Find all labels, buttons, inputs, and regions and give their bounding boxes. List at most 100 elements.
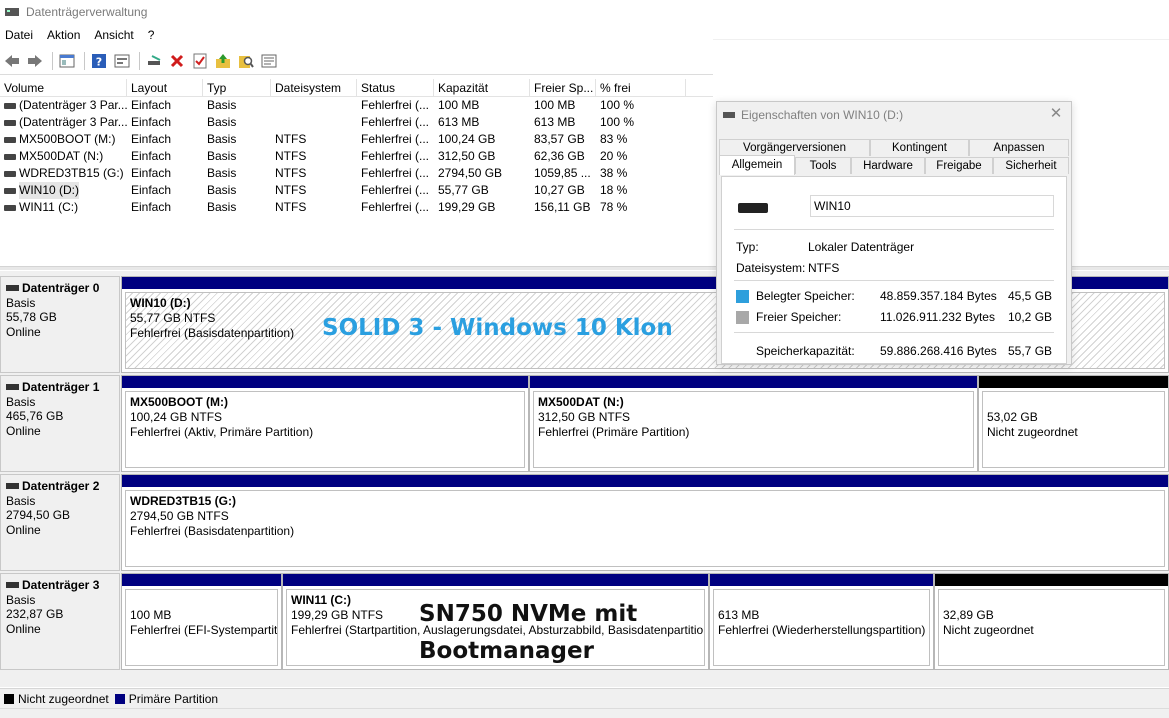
table-cell: 156,11 GB: [534, 200, 591, 214]
column-header[interactable]: Freier Sp...: [530, 79, 596, 96]
table-cell: Einfach: [131, 115, 172, 129]
tab-hardware[interactable]: Hardware: [851, 157, 925, 174]
tab-freigabe[interactable]: Freigabe: [925, 157, 993, 174]
tab-row-top: Vorgängerversionen Kontingent Anpassen: [719, 139, 1069, 156]
partition-status: Fehlerfrei (Basisdatenpartition): [130, 524, 295, 538]
table-row[interactable]: MX500BOOT (M:) Einfach Basis NTFS Fehlerfrei…: [0, 131, 713, 148]
menu-help[interactable]: ?: [148, 28, 155, 42]
disk-label[interactable]: Datenträger 0 Basis 55,78 GB Online: [0, 276, 120, 373]
unallocated-block[interactable]: 32,89 GB Nicht zugeordnet: [934, 573, 1169, 670]
table-row[interactable]: (Datenträger 3 Par... Einfach Basis Fehlerf…: [0, 97, 713, 114]
partition-block[interactable]: 100 MB Fehlerfrei (EFI-Systempartiti: [121, 573, 282, 670]
tab-row-bottom: Allgemein Tools Hardware Freigabe Sicher…: [719, 155, 1069, 175]
disk-label[interactable]: Datenträger 3 Basis 232,87 GB Online: [0, 573, 120, 670]
unallocated-swatch: [4, 693, 14, 704]
volume-name: WIN10 (D:): [19, 182, 79, 199]
disk-row: Datenträger 2 Basis 2794,50 GB Online WD…: [0, 474, 1169, 571]
table-row[interactable]: WIN10 (D:) Einfach Basis NTFS Fehlerfrei (..…: [0, 182, 713, 199]
table-body: (Datenträger 3 Par... Einfach Basis Fehlerf…: [0, 97, 713, 216]
back-button[interactable]: [2, 51, 22, 71]
disk-size: 465,76 GB: [6, 409, 64, 423]
forward-button[interactable]: [25, 51, 45, 71]
partition-block[interactable]: 613 MB Fehlerfrei (Wiederherstellungspar…: [709, 573, 934, 670]
free-gb: 10,2 GB: [1008, 310, 1053, 324]
tab-anpassen[interactable]: Anpassen: [969, 139, 1069, 156]
divider: [734, 229, 1054, 230]
partition-bar: [710, 574, 933, 586]
table-cell: Fehlerfrei (...: [361, 149, 430, 163]
table-row[interactable]: (Datenträger 3 Par... Einfach Basis Fehlerf…: [0, 114, 713, 131]
tab-sicherheit[interactable]: Sicherheit: [993, 157, 1069, 174]
capacity-label: Speicherkapazität:: [756, 344, 855, 358]
view-button[interactable]: [57, 51, 77, 71]
column-header[interactable]: % frei: [596, 79, 686, 96]
disk-name: Datenträger 0: [6, 281, 114, 296]
partition-title: WIN11 (C:): [291, 593, 351, 607]
delete-button[interactable]: [167, 51, 187, 71]
tab-vorgaengerversionen[interactable]: Vorgängerversionen: [719, 139, 870, 156]
partition-body: MX500BOOT (M:) 100,24 GB NTFS Fehlerfrei…: [125, 391, 525, 468]
table-row[interactable]: MX500DAT (N:) Einfach Basis NTFS Fehlerfrei …: [0, 148, 713, 165]
details-button[interactable]: [259, 51, 279, 71]
column-header[interactable]: Status: [357, 79, 434, 96]
disk-state: Online: [6, 423, 41, 438]
table-cell: 10,27 GB: [534, 183, 585, 197]
used-bytes: 48.859.357.184 Bytes: [880, 289, 997, 303]
close-button[interactable]: ✕: [1047, 105, 1065, 123]
table-cell: 199,29 GB: [438, 200, 496, 214]
disk-label[interactable]: Datenträger 1 Basis 465,76 GB Online: [0, 375, 120, 472]
table-row[interactable]: WDRED3TB15 (G:) Einfach Basis NTFS Fehlerfre…: [0, 165, 713, 182]
upload-button[interactable]: [213, 51, 233, 71]
capacity-gb: 55,7 GB: [1008, 344, 1053, 358]
drive-icon: [723, 112, 735, 118]
partition-bar: [283, 574, 708, 586]
close-icon: ✕: [1049, 105, 1063, 122]
table-cell: 100 MB: [438, 98, 480, 112]
table-cell: 38 %: [600, 166, 628, 180]
table-header: Volume Layout Typ Dateisystem Status Kap…: [0, 79, 713, 97]
column-header[interactable]: Layout: [127, 79, 203, 96]
menu-datei[interactable]: Datei: [5, 28, 33, 42]
table-row[interactable]: WIN11 (C:) Einfach Basis NTFS Fehlerfrei (..…: [0, 199, 713, 216]
properties-view-button[interactable]: [112, 51, 132, 71]
menu-ansicht[interactable]: Ansicht: [94, 28, 133, 42]
check-button[interactable]: [190, 51, 210, 71]
table-cell: [271, 114, 357, 131]
column-header[interactable]: Kapazität: [434, 79, 530, 96]
tab-allgemein[interactable]: Allgemein: [719, 155, 795, 175]
partition-size: 2794,50 GB NTFS: [130, 509, 229, 523]
volume-name: (Datenträger 3 Par...: [19, 115, 127, 129]
column-header[interactable]: Typ: [203, 79, 271, 96]
used-label: Belegter Speicher:: [756, 289, 855, 303]
table-cell: Fehlerfrei (...: [361, 183, 430, 197]
partition-bar: [530, 376, 977, 388]
table-cell: 100 %: [600, 98, 635, 112]
table-cell: 55,77 GB: [438, 183, 489, 197]
disk-label[interactable]: Datenträger 2 Basis 2794,50 GB Online: [0, 474, 120, 571]
table-cell: Basis: [207, 200, 237, 214]
menu-aktion[interactable]: Aktion: [47, 28, 80, 42]
tab-panel-allgemein: WIN10 Typ: Lokaler Datenträger Dateisyst…: [721, 176, 1067, 364]
unallocated-block[interactable]: 53,02 GB Nicht zugeordnet: [978, 375, 1169, 472]
column-header[interactable]: Dateisystem: [271, 79, 357, 96]
delete-x-icon: [170, 54, 184, 67]
toolbar-separator: [139, 51, 140, 70]
tab-tools[interactable]: Tools: [795, 157, 851, 174]
toolbar-separator: [84, 51, 85, 70]
connect-button[interactable]: [144, 51, 164, 71]
partition-block[interactable]: MX500DAT (N:) 312,50 GB NTFS Fehlerfrei …: [529, 375, 978, 472]
table-cell: Einfach: [131, 132, 172, 146]
partition-block[interactable]: WDRED3TB15 (G:) 2794,50 GB NTFS Fehlerfr…: [121, 474, 1169, 571]
volume-name: WDRED3TB15 (G:): [19, 166, 124, 180]
table-cell: 613 MB: [438, 115, 480, 129]
details-list-icon: [261, 54, 277, 67]
tab-kontingent[interactable]: Kontingent: [870, 139, 969, 156]
search-button[interactable]: [236, 51, 256, 71]
volume-name-input[interactable]: WIN10: [810, 195, 1054, 217]
help-button[interactable]: ?: [89, 51, 109, 71]
volume-icon: [4, 119, 16, 126]
partition-block[interactable]: MX500BOOT (M:) 100,24 GB NTFS Fehlerfrei…: [121, 375, 529, 472]
partition-size: 100 MB: [130, 608, 172, 622]
background-window-area: [713, 0, 1169, 40]
column-header[interactable]: Volume: [0, 79, 127, 96]
